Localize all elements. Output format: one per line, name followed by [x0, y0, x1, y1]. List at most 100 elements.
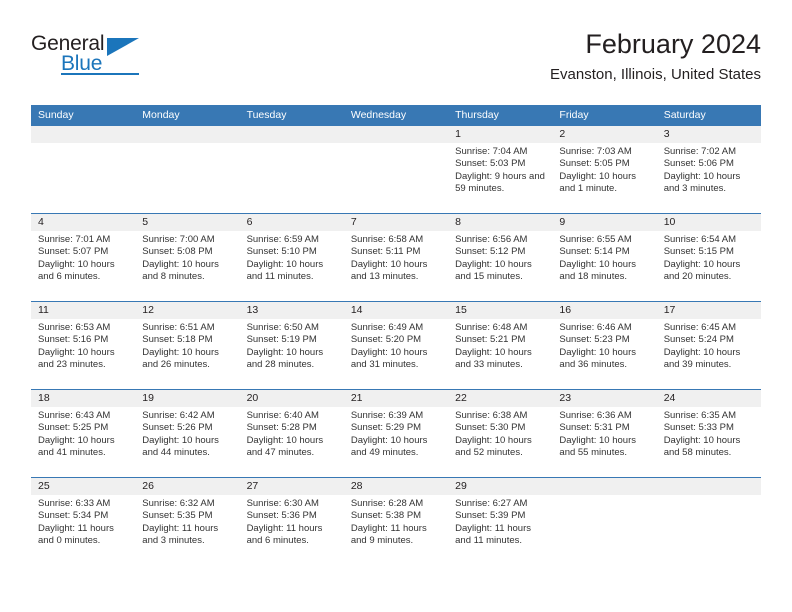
day-cell-13[interactable]: 13 Sunrise: 6:50 AM Sunset: 5:19 PM Dayligh…	[239, 302, 344, 389]
day-cell-14[interactable]: 14 Sunrise: 6:49 AM Sunset: 5:20 PM Dayligh…	[343, 302, 449, 389]
day-cell-21[interactable]: 21 Sunrise: 6:39 AM Sunset: 5:29 PM Dayligh…	[343, 390, 449, 477]
day-number: 8	[448, 214, 553, 231]
day-number: 9	[552, 214, 657, 231]
daylight-text: Daylight: 10 hours and 36 minutes.	[559, 346, 636, 370]
daylight-text: Daylight: 10 hours and 39 minutes.	[663, 346, 741, 370]
day-number	[135, 126, 240, 143]
daylight-text: Daylight: 10 hours and 31 minutes.	[350, 346, 428, 370]
general-blue-logo[interactable]: General Blue	[31, 32, 181, 88]
day-cell-4[interactable]: 4 Sunrise: 7:01 AM Sunset: 5:07 PM Daylight…	[31, 214, 136, 301]
day-details: Sunrise: 6:33 AM Sunset: 5:34 PM Daylight:…	[31, 495, 135, 547]
day-number: 18	[31, 390, 136, 407]
calendar-page: General Blue February 2024 Evanston, Ill…	[0, 0, 792, 612]
day-cell-19[interactable]: 19 Sunrise: 6:42 AM Sunset: 5:26 PM Dayligh…	[135, 390, 240, 477]
day-details: Sunrise: 6:58 AM Sunset: 5:11 PM Daylight:…	[344, 231, 448, 283]
daylight-text: Daylight: 10 hours and 55 minutes.	[559, 434, 636, 458]
day-number: 6	[239, 214, 344, 231]
day-details: Sunrise: 6:32 AM Sunset: 5:35 PM Daylight:…	[135, 495, 239, 547]
day-cell-7[interactable]: 7 Sunrise: 6:58 AM Sunset: 5:11 PM Daylight…	[343, 214, 449, 301]
day-number: 15	[448, 302, 553, 319]
sunset-text: Sunset: 5:23 PM	[559, 334, 630, 346]
day-details: Sunrise: 6:51 AM Sunset: 5:18 PM Daylight:…	[135, 319, 239, 371]
day-cell-3[interactable]: 3 Sunrise: 7:02 AM Sunset: 5:06 PM Daylight…	[656, 126, 761, 213]
day-number: 13	[239, 302, 344, 319]
sunrise-text: Sunrise: 6:55 AM	[559, 234, 632, 245]
sunset-text: Sunset: 5:38 PM	[350, 510, 422, 522]
day-number: 29	[448, 478, 553, 495]
day-number: 14	[343, 302, 449, 319]
day-cell-23[interactable]: 23 Sunrise: 6:36 AM Sunset: 5:31 PM Dayligh…	[552, 390, 657, 477]
sunrise-text: Sunrise: 6:36 AM	[559, 410, 632, 421]
sunset-text: Sunset: 5:07 PM	[38, 246, 109, 258]
sunrise-text: Sunrise: 6:51 AM	[142, 322, 215, 333]
sunset-text: Sunset: 5:19 PM	[246, 334, 317, 346]
sunrise-text: Sunrise: 7:00 AM	[142, 234, 215, 245]
daylight-text: Daylight: 10 hours and 28 minutes.	[246, 346, 324, 370]
logo-underline	[61, 73, 139, 75]
day-cell-16[interactable]: 16 Sunrise: 6:46 AM Sunset: 5:23 PM Dayligh…	[552, 302, 657, 389]
day-cell-10[interactable]: 10 Sunrise: 6:54 AM Sunset: 5:15 PM Dayligh…	[656, 214, 761, 301]
day-details: Sunrise: 6:55 AM Sunset: 5:14 PM Daylight:…	[552, 231, 656, 283]
sunrise-text: Sunrise: 7:03 AM	[559, 146, 632, 157]
daylight-text: Daylight: 10 hours and 11 minutes.	[246, 258, 324, 282]
day-number: 25	[31, 478, 136, 495]
location-subtitle: Evanston, Illinois, United States	[550, 66, 761, 83]
day-cell-15[interactable]: 15 Sunrise: 6:48 AM Sunset: 5:21 PM Dayligh…	[448, 302, 553, 389]
day-cell-27[interactable]: 27 Sunrise: 6:30 AM Sunset: 5:36 PM Dayligh…	[239, 478, 344, 565]
sunset-text: Sunset: 5:31 PM	[559, 422, 630, 434]
triangle-logo-icon	[107, 38, 139, 56]
day-cell-8[interactable]: 8 Sunrise: 6:56 AM Sunset: 5:12 PM Daylight…	[448, 214, 553, 301]
sunrise-text: Sunrise: 6:54 AM	[663, 234, 737, 245]
day-details: Sunrise: 6:48 AM Sunset: 5:21 PM Daylight:…	[448, 319, 552, 371]
weekday-header-row: Sunday Monday Tuesday Wednesday Thursday Frid…	[31, 105, 761, 126]
day-details: Sunrise: 6:54 AM Sunset: 5:15 PM Daylight:…	[657, 231, 761, 283]
daylight-text: Daylight: 10 hours and 15 minutes.	[455, 258, 532, 282]
sunrise-text: Sunrise: 6:56 AM	[455, 234, 528, 245]
day-details: Sunrise: 6:35 AM Sunset: 5:33 PM Daylight:…	[657, 407, 761, 459]
day-number: 17	[656, 302, 761, 319]
day-cell-17[interactable]: 17 Sunrise: 6:45 AM Sunset: 5:24 PM Dayligh…	[656, 302, 761, 389]
sunset-text: Sunset: 5:18 PM	[142, 334, 213, 346]
weekday-header-tuesday: Tuesday	[246, 109, 287, 121]
sunrise-text: Sunrise: 6:58 AM	[350, 234, 424, 245]
day-number	[239, 126, 344, 143]
day-number: 22	[448, 390, 553, 407]
day-cell-22[interactable]: 22 Sunrise: 6:38 AM Sunset: 5:30 PM Dayligh…	[448, 390, 553, 477]
day-cell-9[interactable]: 9 Sunrise: 6:55 AM Sunset: 5:14 PM Daylight…	[552, 214, 657, 301]
sunrise-text: Sunrise: 6:49 AM	[350, 322, 424, 333]
day-number: 26	[135, 478, 240, 495]
sunrise-text: Sunrise: 6:33 AM	[38, 498, 111, 509]
day-cell-1[interactable]: 1 Sunrise: 7:04 AM Sunset: 5:03 PM Daylight…	[448, 126, 553, 213]
day-cell-12[interactable]: 12 Sunrise: 6:51 AM Sunset: 5:18 PM Dayligh…	[135, 302, 240, 389]
calendar-week-row: 11 Sunrise: 6:53 AM Sunset: 5:16 PM Dayligh…	[31, 301, 761, 389]
day-number: 11	[31, 302, 136, 319]
day-cell-26[interactable]: 26 Sunrise: 6:32 AM Sunset: 5:35 PM Dayligh…	[135, 478, 240, 565]
sunset-text: Sunset: 5:08 PM	[142, 246, 213, 258]
day-number	[552, 478, 657, 495]
day-cell-2[interactable]: 2 Sunrise: 7:03 AM Sunset: 5:05 PM Daylight…	[552, 126, 657, 213]
day-cell-24[interactable]: 24 Sunrise: 6:35 AM Sunset: 5:33 PM Dayligh…	[656, 390, 761, 477]
day-cell-28[interactable]: 28 Sunrise: 6:28 AM Sunset: 5:38 PM Dayligh…	[343, 478, 449, 565]
sunset-text: Sunset: 5:36 PM	[246, 510, 317, 522]
sunrise-text: Sunrise: 6:39 AM	[350, 410, 424, 421]
day-number: 24	[656, 390, 761, 407]
day-details: Sunrise: 6:43 AM Sunset: 5:25 PM Daylight:…	[31, 407, 135, 459]
daylight-text: Daylight: 11 hours and 0 minutes.	[38, 522, 114, 546]
day-number: 16	[552, 302, 657, 319]
day-cell-29[interactable]: 29 Sunrise: 6:27 AM Sunset: 5:39 PM Dayligh…	[448, 478, 553, 565]
day-cell-20[interactable]: 20 Sunrise: 6:40 AM Sunset: 5:28 PM Dayligh…	[239, 390, 344, 477]
day-cell-18[interactable]: 18 Sunrise: 6:43 AM Sunset: 5:25 PM Dayligh…	[31, 390, 136, 477]
calendar-week-row: 4 Sunrise: 7:01 AM Sunset: 5:07 PM Daylight…	[31, 213, 761, 301]
day-details: Sunrise: 6:30 AM Sunset: 5:36 PM Daylight:…	[240, 495, 344, 547]
sunrise-text: Sunrise: 6:28 AM	[350, 498, 424, 509]
day-cell-6[interactable]: 6 Sunrise: 6:59 AM Sunset: 5:10 PM Daylight…	[239, 214, 344, 301]
sunrise-text: Sunrise: 6:59 AM	[246, 234, 319, 245]
sunset-text: Sunset: 5:15 PM	[663, 246, 734, 258]
day-number: 5	[135, 214, 240, 231]
sunrise-text: Sunrise: 6:35 AM	[663, 410, 737, 421]
day-cell-11[interactable]: 11 Sunrise: 6:53 AM Sunset: 5:16 PM Dayligh…	[31, 302, 136, 389]
day-cell-25[interactable]: 25 Sunrise: 6:33 AM Sunset: 5:34 PM Dayligh…	[31, 478, 136, 565]
daylight-text: Daylight: 10 hours and 1 minute.	[559, 170, 636, 194]
day-cell-5[interactable]: 5 Sunrise: 7:00 AM Sunset: 5:08 PM Daylight…	[135, 214, 240, 301]
page-header: General Blue February 2024 Evanston, Ill…	[31, 28, 761, 100]
